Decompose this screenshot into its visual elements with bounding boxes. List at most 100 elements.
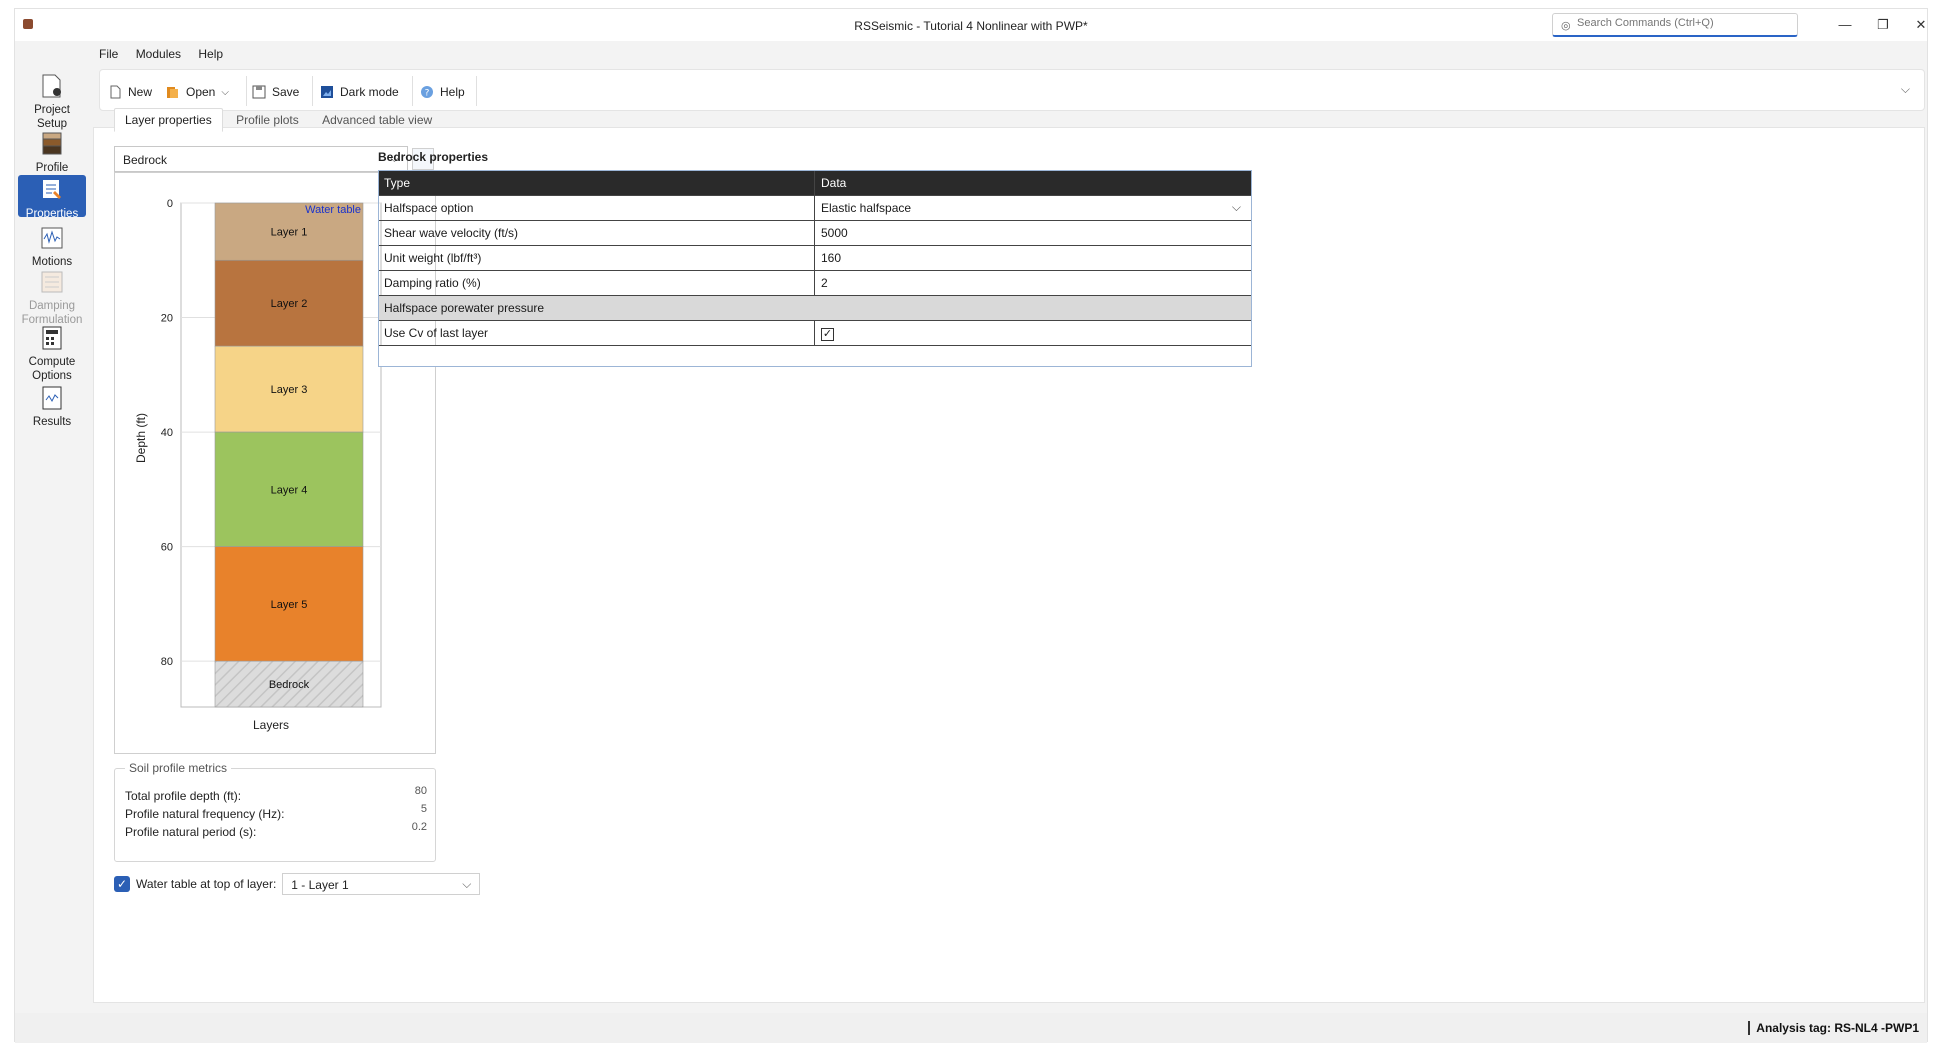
layer-label: Layer 3 xyxy=(271,384,308,396)
use-cv-checkbox[interactable]: ✓ xyxy=(821,328,834,341)
toolbar-separator xyxy=(312,76,313,106)
compute-icon xyxy=(42,326,62,350)
row-label: Use Cv of last layer xyxy=(379,321,815,345)
save-icon xyxy=(252,85,266,99)
tab-layer-properties[interactable]: Layer properties xyxy=(114,108,223,132)
properties-title: Bedrock properties xyxy=(378,150,489,164)
new-button[interactable]: New xyxy=(108,83,152,101)
status-bar: Analysis tag: RS-NL4 -PWP1 xyxy=(15,1013,1927,1043)
search-input[interactable] xyxy=(1577,17,1787,29)
dark-mode-button[interactable]: Dark mode xyxy=(320,83,399,101)
nav-results[interactable]: Results xyxy=(18,385,86,428)
close-button[interactable]: ✕ xyxy=(1905,15,1936,35)
restore-button[interactable]: ❐ xyxy=(1867,15,1899,35)
water-table-label: Water table at top of layer: xyxy=(136,877,277,891)
nav-motions-label: Motions xyxy=(31,256,73,268)
water-table-layer-value: 1 - Layer 1 xyxy=(291,878,349,892)
water-table-annotation: Water table xyxy=(305,204,361,216)
chevron-down-icon: ⌵ xyxy=(462,877,472,891)
help-icon: ? xyxy=(421,86,433,99)
metric-natural-period: Profile natural period (s): 0.2 xyxy=(125,821,427,839)
menu-help[interactable]: Help xyxy=(198,47,223,61)
halfspace-option-value: Elastic halfspace xyxy=(821,201,912,215)
profile-icon xyxy=(42,132,62,155)
layer-label: Layer 1 xyxy=(271,227,308,239)
y-tick-label: 60 xyxy=(161,542,173,554)
table-header: Type Data xyxy=(379,171,1251,196)
chevron-down-icon: ⌵ xyxy=(1231,200,1241,214)
table-row-use-cv: Use Cv of last layer ✓ xyxy=(379,321,1251,346)
row-label: Unit weight (lbf/ft³) xyxy=(379,246,815,270)
y-tick-label: 0 xyxy=(167,198,173,210)
metric-natural-frequency: Profile natural frequency (Hz): 5 xyxy=(125,803,427,821)
table-row-halfspace-option: Halfspace option Elastic halfspace ⌵ xyxy=(379,196,1251,221)
menu-bar: File Modules Help xyxy=(99,47,237,67)
nav-profile-label: Profile xyxy=(35,162,69,174)
open-folder-icon xyxy=(167,87,178,98)
nav-results-label: Results xyxy=(32,416,72,428)
shear-wave-input[interactable]: 5000 xyxy=(815,221,1251,245)
row-label: Damping ratio (%) xyxy=(379,271,815,295)
properties-icon xyxy=(43,180,61,199)
chevron-down-icon[interactable]: ⌵ xyxy=(221,87,229,98)
nav-project-setup[interactable]: Project Setup xyxy=(18,73,86,130)
minimize-button[interactable]: — xyxy=(1829,15,1861,35)
damping-icon xyxy=(41,271,63,293)
halfspace-option-select[interactable]: Elastic halfspace ⌵ xyxy=(815,196,1251,220)
metric-total-depth: Total profile depth (ft): 80 xyxy=(125,785,427,803)
app-window: RSSeismic - Tutorial 4 Nonlinear with PW… xyxy=(14,8,1928,1043)
row-label: Shear wave velocity (ft/s) xyxy=(379,221,815,245)
nav-compute-options[interactable]: Compute Options xyxy=(18,325,86,382)
menu-file[interactable]: File xyxy=(99,47,118,61)
nav-compute-label: Compute Options xyxy=(28,356,76,382)
analysis-tag: Analysis tag: RS-NL4 -PWP1 xyxy=(1748,1021,1919,1035)
toolbar-separator xyxy=(476,76,477,106)
metric-label: Profile natural period (s): xyxy=(125,825,257,839)
y-tick-label: 40 xyxy=(161,427,173,439)
search-icon: ◎ xyxy=(1561,20,1571,32)
nav-properties[interactable]: Properties xyxy=(18,175,86,220)
layer-label: Layer 2 xyxy=(271,298,308,310)
y-tick-label: 80 xyxy=(161,656,173,668)
unit-weight-input[interactable]: 160 xyxy=(815,246,1251,270)
nav-project-setup-label: Project Setup xyxy=(34,104,70,130)
toolbar-separator xyxy=(412,76,413,106)
water-table-row: ✓ Water table at top of layer: 1 - Layer… xyxy=(114,872,481,896)
help-label: Help xyxy=(440,85,465,99)
layer-select-value: Bedrock xyxy=(123,153,168,167)
water-table-checkbox[interactable]: ✓ xyxy=(114,876,130,892)
results-icon xyxy=(42,386,62,410)
save-button[interactable]: Save xyxy=(252,83,299,101)
tab-advanced-table-view[interactable]: Advanced table view xyxy=(312,109,442,131)
nav-properties-label: Properties xyxy=(25,208,79,220)
table-row-unit-weight: Unit weight (lbf/ft³) 160 xyxy=(379,246,1251,271)
layer-label: Bedrock xyxy=(269,679,310,691)
dark-mode-label: Dark mode xyxy=(340,85,399,99)
command-search[interactable]: ◎ xyxy=(1552,13,1798,37)
layer-select[interactable]: Bedrock ⌵ xyxy=(114,146,408,172)
metric-value: 5 xyxy=(420,803,427,815)
nav-motions[interactable]: Motions xyxy=(18,225,86,268)
metric-label: Profile natural frequency (Hz): xyxy=(125,807,285,821)
tab-profile-plots[interactable]: Profile plots xyxy=(226,109,309,131)
nav-profile[interactable]: Profile xyxy=(18,131,86,174)
menu-modules[interactable]: Modules xyxy=(136,47,181,61)
table-row-shear-wave: Shear wave velocity (ft/s) 5000 xyxy=(379,221,1251,246)
damping-input[interactable]: 2 xyxy=(815,271,1251,295)
toolbar-expand-chevron-icon[interactable]: ⌵ xyxy=(1901,82,1910,97)
project-setup-icon xyxy=(42,74,61,98)
table-row-damping: Damping ratio (%) 2 xyxy=(379,271,1251,296)
metric-label: Total profile depth (ft): xyxy=(125,789,242,803)
nav-damping-formulation[interactable]: Damping Formulation xyxy=(18,269,86,326)
water-table-layer-select[interactable]: 1 - Layer 1 ⌵ xyxy=(282,873,481,895)
table-section-porewater: Halfspace porewater pressure xyxy=(379,296,1251,321)
open-button[interactable]: Open ⌵ xyxy=(166,83,229,101)
new-file-icon xyxy=(110,85,121,99)
nav-damping-label: Damping Formulation xyxy=(21,300,83,326)
help-button[interactable]: ? Help xyxy=(420,83,465,101)
toolbar: New Open ⌵ Save Dark mode ? Help ⌵ xyxy=(99,69,1925,111)
dark-mode-icon xyxy=(321,86,333,98)
properties-table: Type Data Halfspace option Elastic halfs… xyxy=(378,170,1252,367)
open-label: Open xyxy=(186,85,216,99)
tab-bar: Layer properties Profile plots Advanced … xyxy=(114,108,442,132)
